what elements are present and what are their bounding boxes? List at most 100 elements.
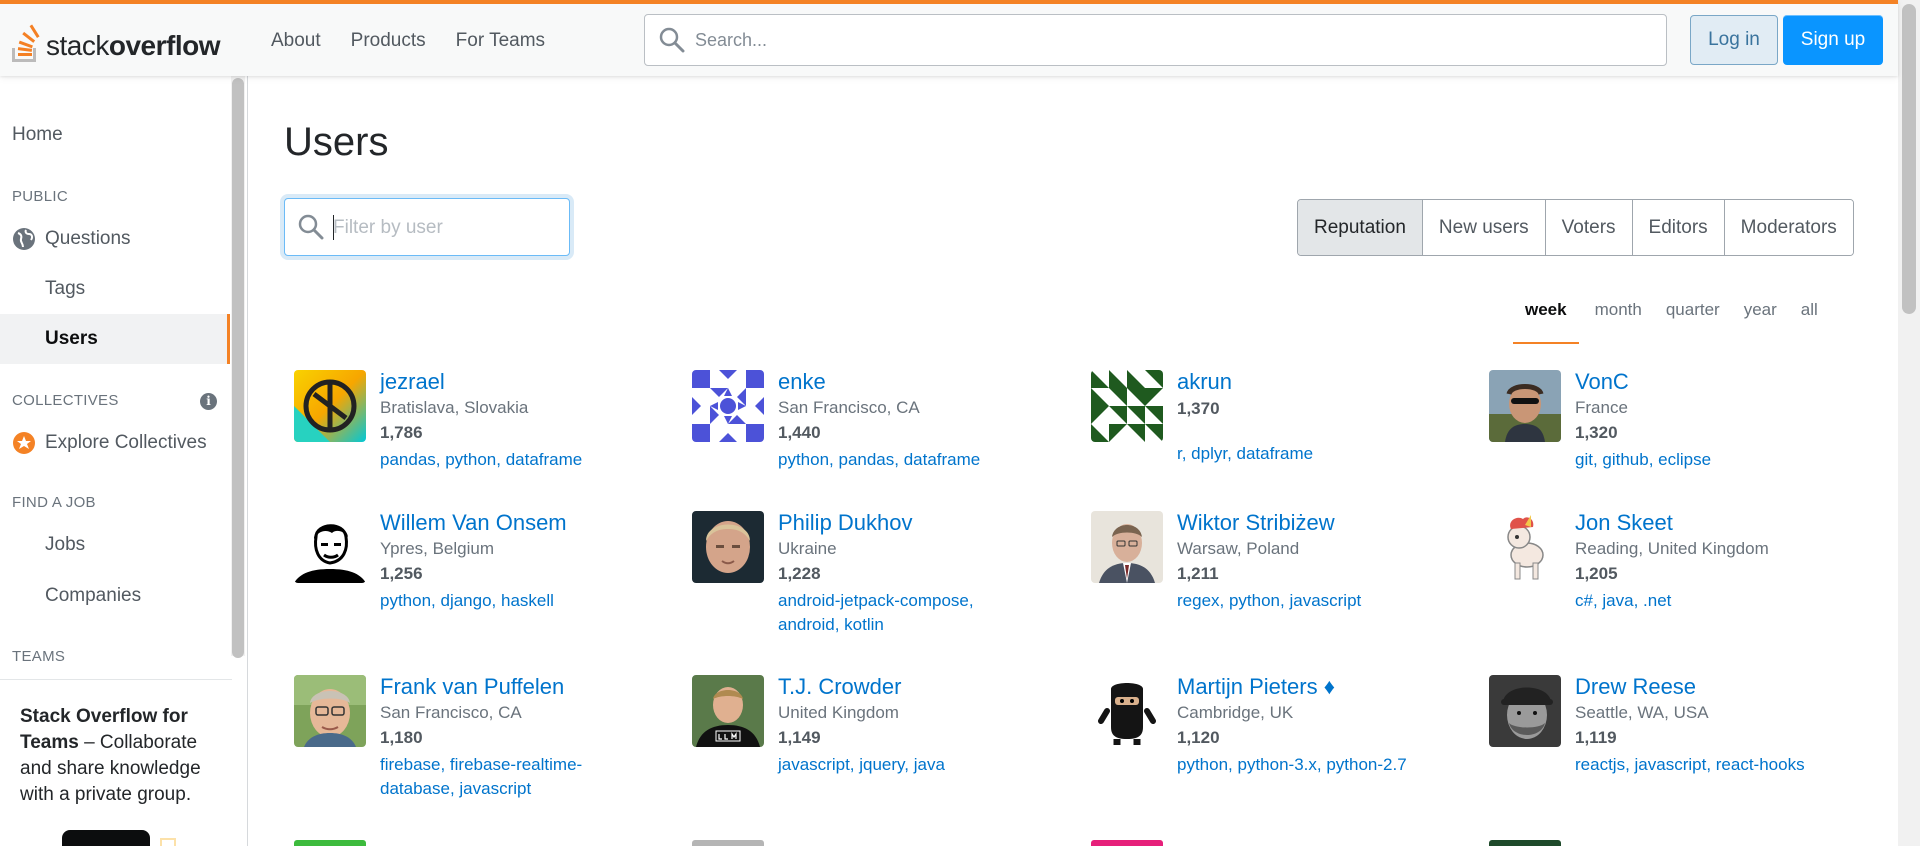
user-location: San Francisco, CA: [380, 703, 522, 722]
search-icon: [659, 27, 685, 53]
sidebar-item-questions[interactable]: Questions: [0, 214, 230, 264]
user-avatar[interactable]: [1091, 511, 1163, 583]
search-icon: [298, 214, 324, 240]
period-week[interactable]: week: [1513, 298, 1579, 344]
user-name-link[interactable]: akrun: [1177, 368, 1477, 396]
filter-by-user[interactable]: [284, 198, 570, 256]
user-name-link[interactable]: Wiktor Stribiżew: [1177, 509, 1477, 537]
sidebar-item-label: Tags: [45, 278, 86, 299]
user-name-link[interactable]: T.J. Crowder: [778, 673, 1078, 701]
page-title: Users: [284, 120, 389, 164]
globe-icon: [13, 228, 35, 250]
period-month[interactable]: month: [1583, 298, 1654, 344]
user-tags[interactable]: python, pandas, dataframe: [778, 448, 1078, 472]
stackoverflow-logo[interactable]: stackoverflow: [10, 14, 221, 64]
search-input[interactable]: [695, 25, 1635, 55]
user-name-link[interactable]: VonC: [1575, 368, 1875, 396]
site-search[interactable]: [644, 14, 1667, 66]
tab-reputation[interactable]: Reputation: [1298, 200, 1422, 255]
sidebar-item-explore-collectives[interactable]: Explore Collectives: [0, 418, 230, 468]
nav-for-teams[interactable]: For Teams: [441, 22, 560, 60]
sidebar-item-home[interactable]: Home: [12, 124, 63, 146]
user-name-link[interactable]: Philip Dukhov: [778, 509, 1078, 537]
nav-products[interactable]: Products: [336, 22, 441, 60]
user-reputation: 1,180: [380, 728, 423, 747]
user-reputation: 1,149: [778, 728, 821, 747]
user-avatar[interactable]: [1489, 675, 1561, 747]
user-name-link[interactable]: jezrael: [380, 368, 680, 396]
sidebar-item-label: Users: [45, 328, 98, 349]
user-tags[interactable]: regex, python, javascript: [1177, 589, 1477, 613]
tab-new-users[interactable]: New users: [1421, 200, 1545, 255]
logo-wordmark: stackoverflow: [46, 30, 221, 61]
user-location: United Kingdom: [778, 703, 899, 722]
filter-input[interactable]: [333, 213, 553, 243]
user-avatar[interactable]: [1091, 370, 1163, 442]
user-tags[interactable]: r, dplyr, dataframe: [1177, 442, 1477, 466]
user-name-link[interactable]: Drew Reese: [1575, 673, 1875, 701]
sidebar-item-label: Companies: [45, 585, 142, 606]
user-location: San Francisco, CA: [778, 398, 920, 417]
user-location: Seattle, WA, USA: [1575, 703, 1709, 722]
user-name-link[interactable]: Martijn Pieters ♦: [1177, 673, 1477, 701]
tab-voters[interactable]: Voters: [1544, 200, 1632, 255]
user-avatar[interactable]: [692, 675, 764, 747]
user-location: Cambridge, UK: [1177, 703, 1294, 722]
period-year[interactable]: year: [1732, 298, 1789, 344]
user-avatar[interactable]: [692, 840, 764, 846]
user-tags[interactable]: c#, java, .net: [1575, 589, 1875, 613]
user-reputation: 1,119: [1575, 728, 1617, 747]
user-avatar[interactable]: [294, 675, 366, 747]
period-all[interactable]: all: [1789, 298, 1830, 344]
user-reputation: 1,205: [1575, 564, 1618, 583]
user-tags[interactable]: python, django, haskell: [380, 589, 680, 613]
user-avatar[interactable]: [294, 511, 366, 583]
login-button[interactable]: Log in: [1690, 15, 1778, 65]
user-sort-tabs: Reputation New users Voters Editors Mode…: [1297, 199, 1854, 256]
sidebar-item-jobs[interactable]: Jobs: [0, 520, 230, 570]
page-scrollbar-thumb[interactable]: [1902, 4, 1916, 314]
user-avatar[interactable]: [692, 370, 764, 442]
sidebar-heading-public: PUBLIC: [12, 188, 68, 205]
user-avatar[interactable]: [1489, 370, 1561, 442]
sidebar-item-label: Questions: [45, 228, 131, 249]
user-avatar[interactable]: [1091, 840, 1163, 846]
collectives-icon: [13, 432, 35, 454]
user-name-link[interactable]: Jon Skeet: [1575, 509, 1875, 537]
period-quarter[interactable]: quarter: [1654, 298, 1732, 344]
user-tags[interactable]: pandas, python, dataframe: [380, 448, 680, 472]
user-reputation: 1,228: [778, 564, 821, 583]
tab-moderators[interactable]: Moderators: [1723, 200, 1853, 255]
text-caret: [333, 215, 334, 240]
user-avatar[interactable]: [1091, 675, 1163, 747]
signup-button[interactable]: Sign up: [1783, 15, 1883, 65]
sidebar-item-label: Jobs: [45, 534, 86, 555]
user-name-link[interactable]: enke: [778, 368, 1078, 396]
page-scrollbar[interactable]: [1898, 0, 1920, 846]
user-avatar[interactable]: [1489, 840, 1561, 846]
user-avatar[interactable]: [692, 511, 764, 583]
nav-about[interactable]: About: [256, 22, 336, 60]
sidebar-heading-teams: TEAMS: [12, 648, 66, 665]
sidebar-item-tags[interactable]: Tags: [0, 264, 230, 314]
info-icon[interactable]: i: [200, 393, 217, 410]
tab-editors[interactable]: Editors: [1631, 200, 1724, 255]
sidebar-heading-jobs: FIND A JOB: [12, 494, 96, 511]
sidebar-item-companies[interactable]: Companies: [0, 571, 230, 621]
user-tags[interactable]: git, github, eclipse: [1575, 448, 1875, 472]
user-avatar[interactable]: [294, 840, 366, 846]
sidebar-item-users[interactable]: Users: [0, 314, 230, 364]
user-tags[interactable]: javascript, jquery, java: [778, 753, 1078, 777]
user-tags[interactable]: python, python-3.x, python-2.7: [1177, 753, 1477, 777]
sidebar-scrollbar[interactable]: [231, 76, 245, 658]
user-reputation: 1,440: [778, 423, 821, 442]
user-avatar[interactable]: [1489, 511, 1561, 583]
user-tags[interactable]: firebase, firebase-realtime- database, j…: [380, 753, 680, 801]
user-name-link[interactable]: Frank van Puffelen: [380, 673, 680, 701]
user-tags[interactable]: android-jetpack-compose, android, kotlin: [778, 589, 1078, 637]
user-tags[interactable]: reactjs, javascript, react-hooks: [1575, 753, 1875, 777]
user-name-link[interactable]: Willem Van Onsem: [380, 509, 680, 537]
user-reputation: 1,320: [1575, 423, 1618, 442]
user-location: France: [1575, 398, 1628, 417]
user-avatar[interactable]: [294, 370, 366, 442]
